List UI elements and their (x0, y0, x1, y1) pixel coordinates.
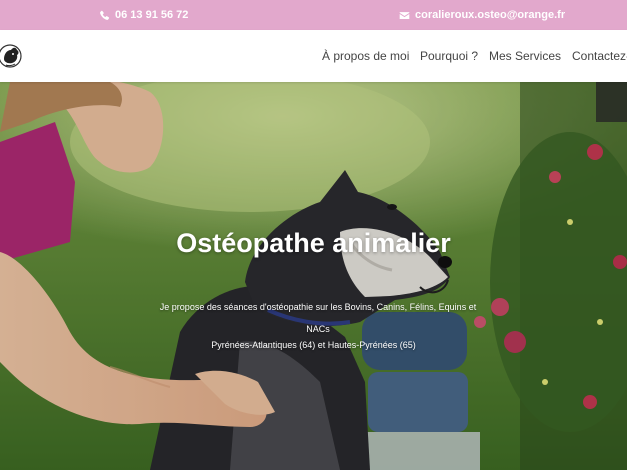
email-address: coralieroux.osteo@orange.fr (415, 9, 566, 21)
hero-banner: Ostéopathe animalier Je propose des séan… (0, 82, 627, 470)
hero-description: Je propose des séances d'ostéopathie sur… (159, 302, 477, 334)
dog-logo-icon[interactable] (0, 39, 24, 73)
nav-link-about[interactable]: À propos de moi (322, 30, 409, 82)
hero-region: Pyrénées-Atlantiques (64) et Hautes-Pyré… (211, 340, 416, 350)
contact-bar: 06 13 91 56 72 coralieroux.osteo@orange.… (0, 0, 627, 30)
envelope-icon (399, 11, 410, 19)
phone-link[interactable]: 06 13 91 56 72 (99, 0, 188, 30)
hero-background-image (0, 82, 627, 470)
main-navigation: À propos de moi Pourquoi ? Mes Services … (0, 30, 627, 82)
phone-number: 06 13 91 56 72 (115, 9, 189, 21)
hero-title: Ostéopathe animalier (176, 228, 451, 258)
phone-icon (100, 10, 110, 20)
nav-link-contact[interactable]: Contactez-moi (572, 30, 627, 82)
nav-link-why[interactable]: Pourquoi ? (420, 30, 478, 82)
nav-link-services[interactable]: Mes Services (489, 30, 561, 82)
email-link[interactable]: coralieroux.osteo@orange.fr (399, 0, 565, 30)
